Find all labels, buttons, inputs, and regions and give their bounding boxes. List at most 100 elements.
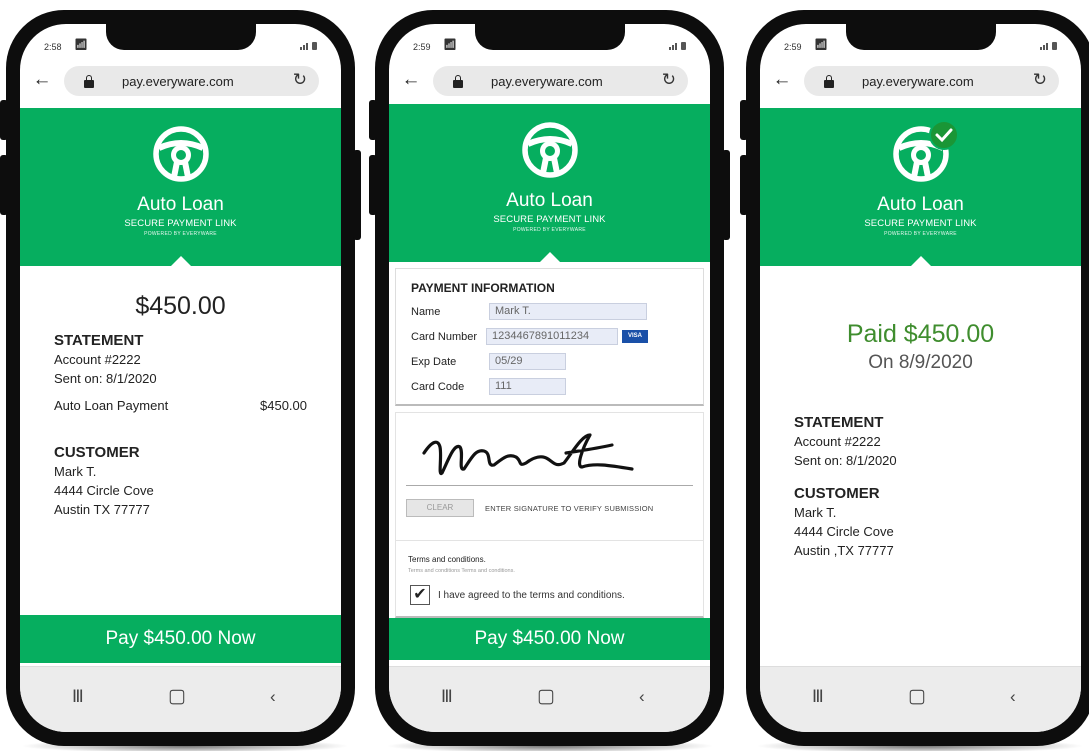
nav-back-icon[interactable]: ‹ [639,687,645,707]
paid-date: On 8/9/2020 [868,352,973,373]
brand-title: Auto Loan [877,194,964,215]
sent-date: Sent on: 8/1/2020 [794,453,897,468]
status-time: 2:59 [784,42,802,52]
lock-icon [84,75,94,88]
card-code-row: Card Code 111 [411,378,693,396]
brand-header: Auto Loan SECURE PAYMENT LINK POWERED BY… [760,108,1081,267]
terms-subtitle: Terms and conditions Terms and condition… [408,568,515,574]
card-number-field[interactable]: 1234467891011234 [486,328,618,345]
statement-heading: STATEMENT [794,414,884,431]
statement-heading: STATEMENT [54,332,144,349]
exp-date-row: Exp Date 05/29 [411,353,693,371]
exp-date-field[interactable]: 05/29 [489,353,566,370]
camera-notch [474,24,625,50]
card-code-field[interactable]: 111 [489,378,566,395]
customer-city: Austin ,TX 77777 [794,543,894,558]
android-nav-bar: Ⅲ ▢ ‹ [760,666,1081,732]
home-icon[interactable]: ▢ [537,685,555,708]
reload-icon[interactable]: ↻ [293,70,307,90]
signature-hint: ENTER SIGNATURE TO VERIFY SUBMISSION [485,504,654,513]
payment-info-card: PAYMENT INFORMATION Name Mark T. Card Nu… [395,268,704,406]
wifi-icon: 📶︎ [74,39,88,51]
amount-due: $450.00 [135,292,226,320]
home-icon[interactable]: ▢ [168,685,186,708]
account-number: Account #2222 [54,352,141,367]
back-arrow-icon[interactable]: ← [401,69,421,91]
address-field[interactable]: pay.everyware.com ↻ [64,66,319,96]
screen: 2:59 📶︎ ← pay.everyware.com ↻ Auto Loan … [389,24,710,732]
nav-back-icon[interactable]: ‹ [270,687,276,707]
phone-paid-confirmation: 2:59 📶︎ ← pay.everyware.com ↻ Auto Loan [740,10,1089,746]
browser-bar: ← pay.everyware.com ↻ [401,66,698,98]
phone-statement: 2:58 📶︎ ← pay.everyware.com ↻ Auto Loan … [0,10,361,746]
brand-subtitle: SECURE PAYMENT LINK [864,218,977,229]
home-icon[interactable]: ▢ [908,685,926,708]
card-number-row: Card Number 1234467891011234 VISA [411,328,693,346]
lock-icon [453,75,463,88]
url-text: pay.everyware.com [862,74,974,89]
address-field[interactable]: pay.everyware.com ↻ [804,66,1059,96]
back-arrow-icon[interactable]: ← [772,69,792,91]
line-item-amount: $450.00 [260,398,307,413]
wifi-icon: 📶︎ [814,39,828,51]
recents-icon[interactable]: Ⅲ [441,687,453,707]
back-arrow-icon[interactable]: ← [32,69,52,91]
name-label: Name [411,306,441,318]
paid-amount: Paid $450.00 [846,320,995,348]
wifi-icon: 📶︎ [443,39,457,51]
account-number: Account #2222 [794,434,881,449]
brand-powered: POWERED BY EVERYWARE [884,231,957,237]
customer-city: Austin TX 77777 [54,502,150,517]
steering-wheel-icon [152,126,209,182]
browser-bar: ← pay.everyware.com ↻ [32,66,329,98]
signature-card: CLEAR ENTER SIGNATURE TO VERIFY SUBMISSI… [395,412,704,542]
camera-notch [105,24,256,50]
address-field[interactable]: pay.everyware.com ↻ [433,66,688,96]
brand-header: Auto Loan SECURE PAYMENT LINK POWERED BY… [20,108,341,267]
battery-icon [1052,42,1057,50]
customer-heading: CUSTOMER [794,485,880,502]
brand-powered: POWERED BY EVERYWARE [144,231,217,237]
recents-icon[interactable]: Ⅲ [72,687,84,707]
checkmark-badge-icon [928,120,959,150]
phone-payment-form: 2:59 📶︎ ← pay.everyware.com ↻ Auto Loan … [369,10,730,746]
battery-icon [681,42,686,50]
terms-title: Terms and conditions. [408,555,486,564]
name-field[interactable]: Mark T. [489,303,647,320]
terms-agree-label: I have agreed to the terms and condition… [438,590,625,601]
url-text: pay.everyware.com [491,74,603,89]
status-time: 2:59 [413,42,431,52]
checkmark-icon: ✔ [413,586,427,603]
reload-icon[interactable]: ↻ [662,70,676,90]
android-nav-bar: Ⅲ ▢ ‹ [20,666,341,732]
recents-icon[interactable]: Ⅲ [812,687,824,707]
signal-icon [1040,40,1057,50]
payment-info-title: PAYMENT INFORMATION [411,281,555,295]
brand-title: Auto Loan [137,194,224,215]
signature-baseline [406,485,693,486]
brand-header: Auto Loan SECURE PAYMENT LINK POWERED BY… [389,104,710,263]
sent-date: Sent on: 8/1/2020 [54,371,157,386]
signature-pad[interactable] [418,427,648,487]
statement-section: STATEMENT Account #2222 Sent on: 8/1/202… [794,414,1047,470]
exp-date-label: Exp Date [411,356,457,368]
battery-icon [312,42,317,50]
brand-subtitle: SECURE PAYMENT LINK [124,218,237,229]
clear-signature-button[interactable]: CLEAR [406,499,474,517]
steering-wheel-icon [521,122,578,178]
name-row: Name Mark T. [411,303,693,321]
terms-checkbox[interactable]: ✔ [410,585,430,605]
customer-section: CUSTOMER Mark T. 4444 Circle Cove Austin… [794,485,1047,560]
card-number-label: Card Number [411,331,478,343]
nav-back-icon[interactable]: ‹ [1010,687,1016,707]
brand-subtitle: SECURE PAYMENT LINK [493,214,606,225]
customer-section: CUSTOMER Mark T. 4444 Circle Cove Austin… [54,444,307,519]
reload-icon[interactable]: ↻ [1033,70,1047,90]
pay-now-button[interactable]: Pay $450.00 Now [20,615,341,663]
card-code-label: Card Code [411,381,465,393]
customer-heading: CUSTOMER [54,444,140,461]
camera-notch [845,24,996,50]
screen: 2:58 📶︎ ← pay.everyware.com ↻ Auto Loan … [20,24,341,732]
visa-card-icon: VISA [622,330,648,343]
pay-now-button[interactable]: Pay $450.00 Now [389,618,710,660]
